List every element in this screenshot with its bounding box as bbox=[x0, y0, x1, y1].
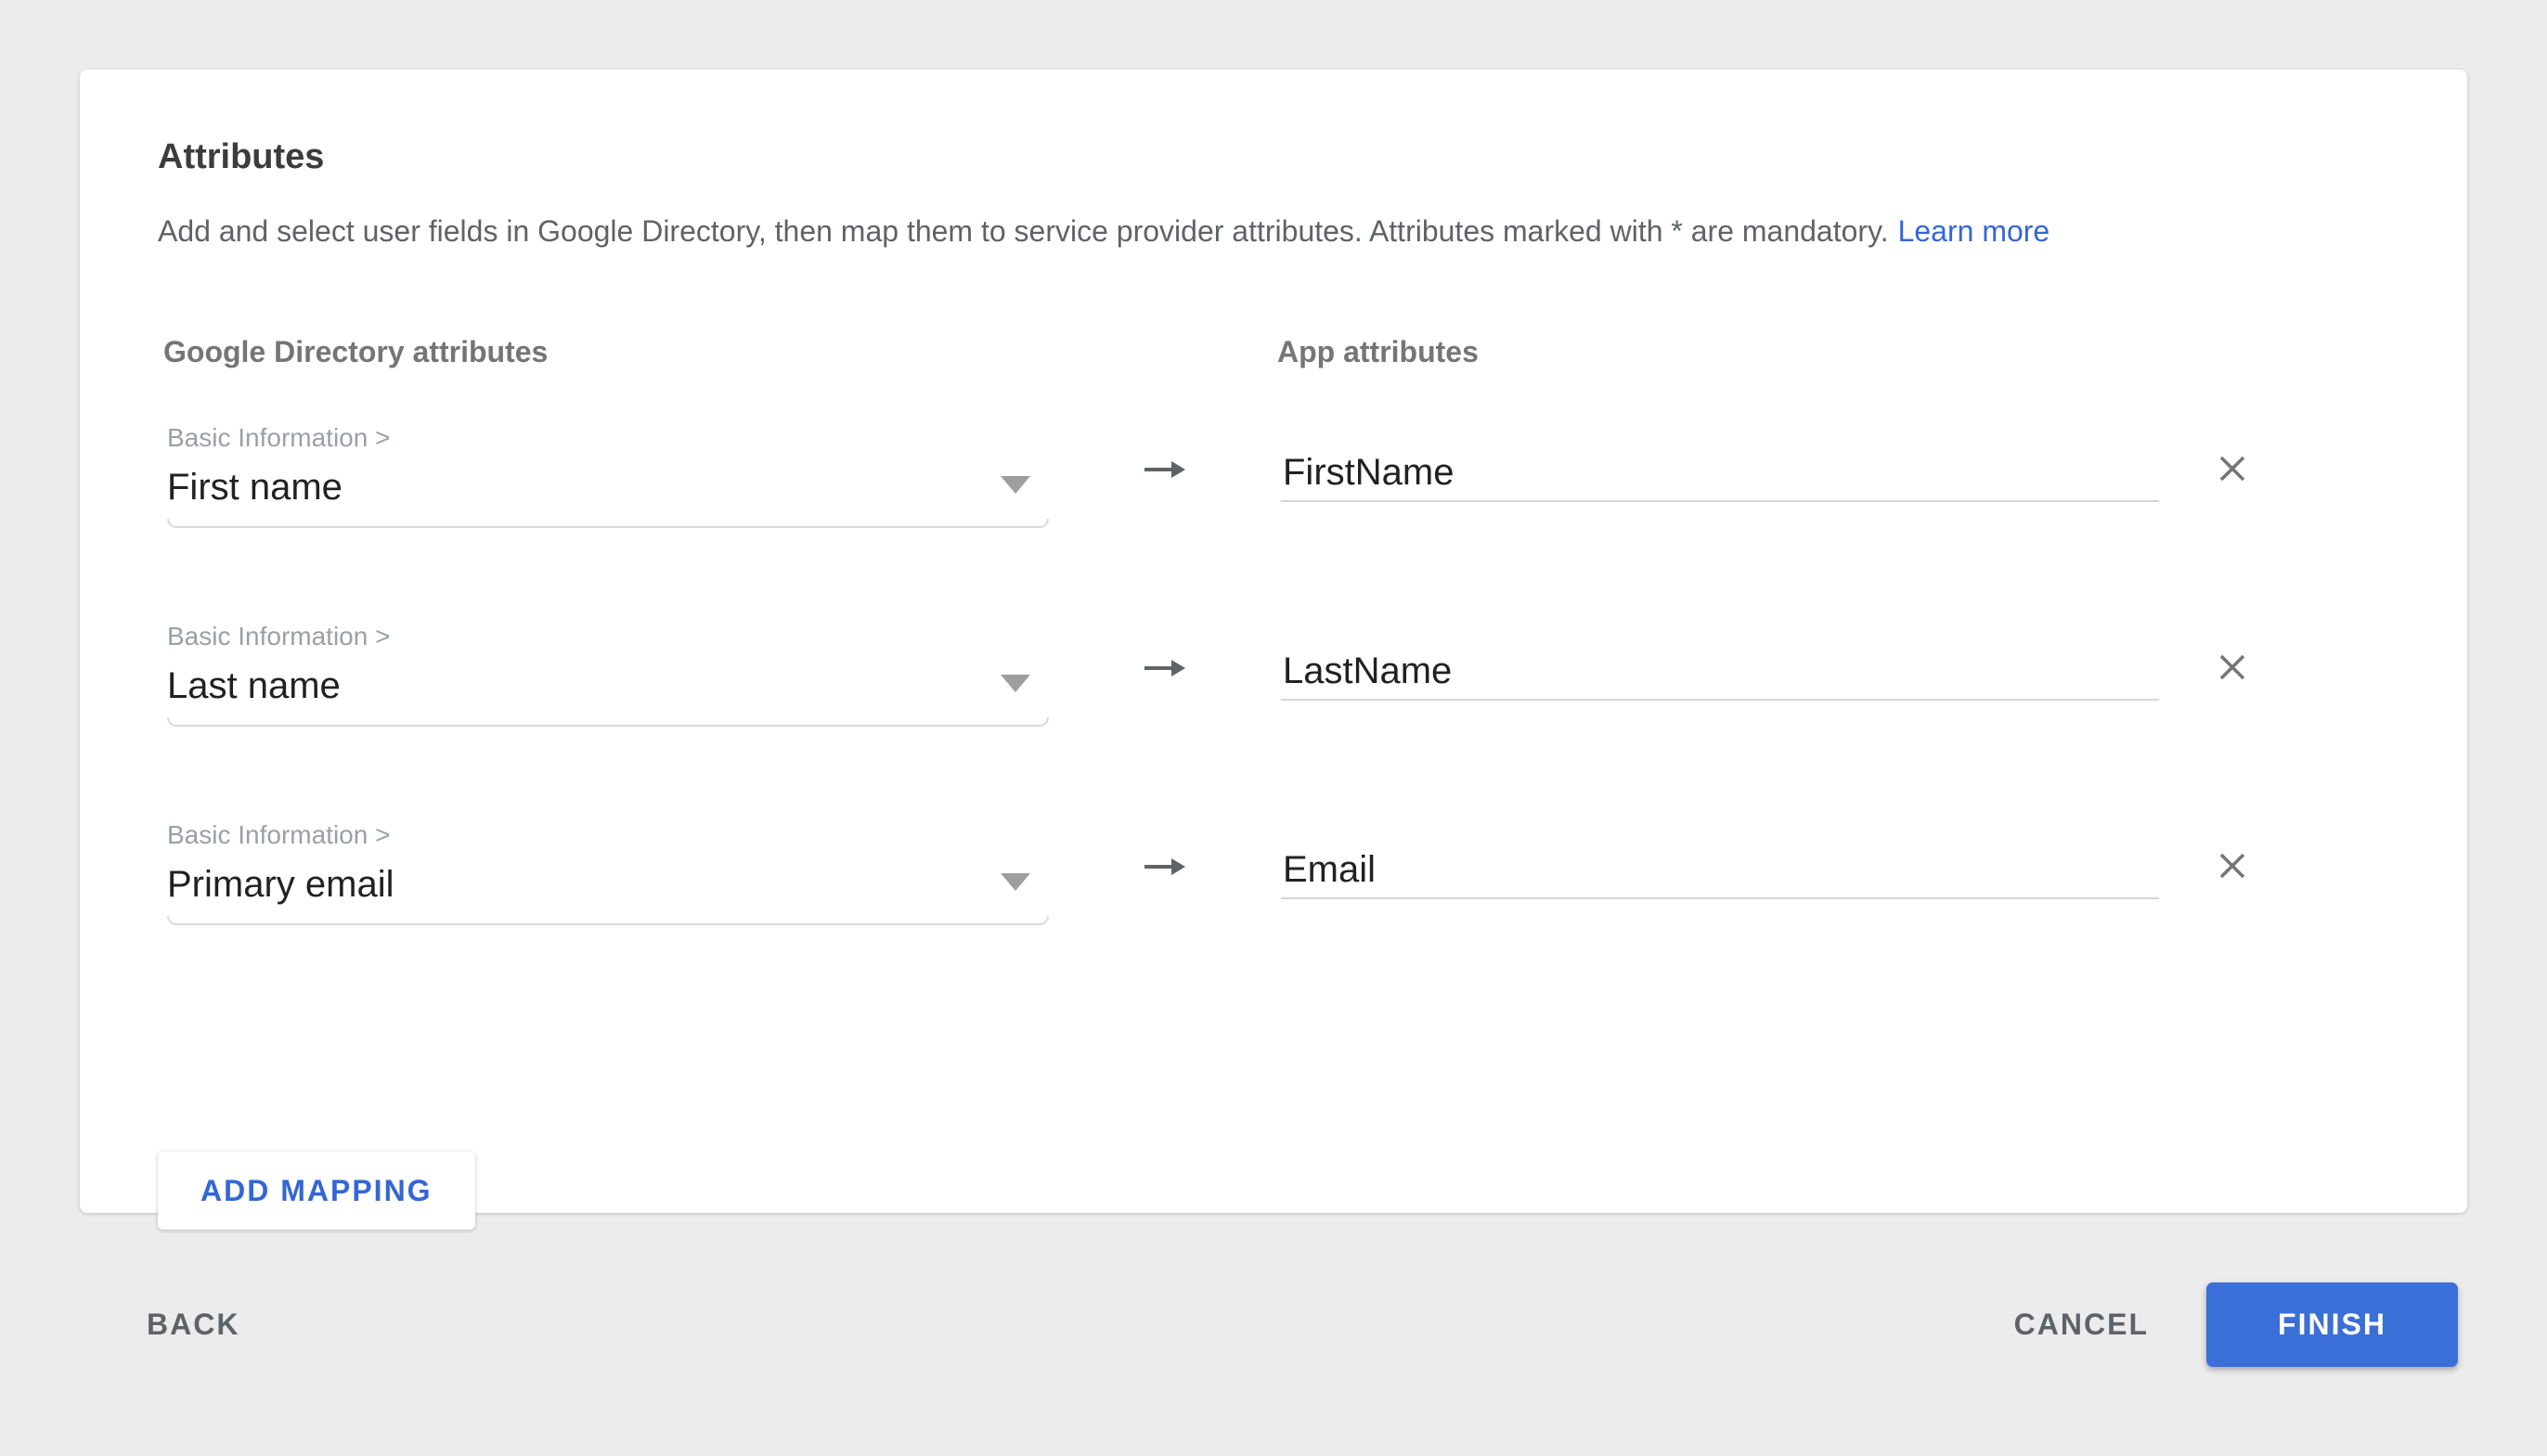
close-icon bbox=[2216, 849, 2249, 883]
mapping-row-first-name: Basic Information > First name bbox=[167, 422, 2389, 528]
mapping-rows: Basic Information > First name bbox=[158, 422, 2389, 925]
app-attribute-cell bbox=[1281, 422, 2163, 528]
finish-button[interactable]: FINISH bbox=[2206, 1282, 2458, 1367]
arrow-right-icon bbox=[1144, 658, 1186, 678]
app-attribute-input[interactable] bbox=[1281, 450, 2159, 502]
remove-mapping-button[interactable] bbox=[2208, 445, 2256, 493]
arrow-right-icon bbox=[1144, 857, 1186, 877]
mapping-row-primary-email: Basic Information > Primary email bbox=[167, 819, 2389, 925]
dropdown-arrow-icon bbox=[1001, 675, 1030, 692]
attributes-card: Attributes Add and select user fields in… bbox=[80, 70, 2467, 1213]
cancel-button[interactable]: CANCEL bbox=[2014, 1308, 2149, 1342]
app-attribute-input[interactable] bbox=[1281, 847, 2159, 899]
select-underline bbox=[167, 916, 1049, 925]
mapping-arrow-cell bbox=[1049, 422, 1281, 528]
app-attribute-cell bbox=[1281, 621, 2163, 727]
directory-attribute-select[interactable]: Primary email bbox=[167, 862, 1049, 907]
directory-attribute-select[interactable]: Last name bbox=[167, 664, 1049, 708]
arrow-right-icon bbox=[1144, 459, 1186, 480]
app-attribute-cell bbox=[1281, 819, 2163, 925]
back-button[interactable]: BACK bbox=[147, 1308, 239, 1342]
select-underline bbox=[167, 519, 1049, 528]
close-icon bbox=[2216, 651, 2249, 684]
directory-attributes-header: Google Directory attributes bbox=[163, 333, 1045, 370]
directory-attribute-cell: Basic Information > First name bbox=[167, 422, 1049, 528]
select-underline bbox=[167, 717, 1049, 727]
remove-mapping-button[interactable] bbox=[2208, 643, 2256, 691]
category-breadcrumb: Basic Information > bbox=[167, 819, 1049, 851]
description-text: Add and select user fields in Google Dir… bbox=[158, 214, 1889, 248]
mapping-row-last-name: Basic Information > Last name bbox=[167, 621, 2389, 727]
directory-attribute-cell: Basic Information > Primary email bbox=[167, 819, 1049, 925]
mapping-arrow-cell bbox=[1049, 621, 1281, 727]
page-title: Attributes bbox=[158, 135, 2389, 179]
remove-mapping-button[interactable] bbox=[2208, 842, 2256, 890]
wizard-footer: BACK CANCEL FINISH bbox=[0, 1213, 2547, 1436]
close-icon bbox=[2216, 452, 2249, 485]
app-attribute-input[interactable] bbox=[1281, 649, 2159, 701]
category-breadcrumb: Basic Information > bbox=[167, 621, 1049, 652]
column-headers: Google Directory attributes App attribut… bbox=[163, 333, 2389, 370]
mapping-arrow-cell bbox=[1049, 819, 1281, 925]
remove-cell bbox=[2163, 621, 2302, 727]
app-attributes-header: App attributes bbox=[1277, 333, 2159, 370]
selected-directory-attribute: First name bbox=[167, 465, 1049, 509]
dropdown-arrow-icon bbox=[1001, 476, 1030, 494]
directory-attribute-select[interactable]: First name bbox=[167, 465, 1049, 509]
dropdown-arrow-icon bbox=[1001, 873, 1030, 891]
page-description: Add and select user fields in Google Dir… bbox=[158, 209, 2389, 253]
header-spacer bbox=[1045, 333, 1277, 370]
directory-attribute-cell: Basic Information > Last name bbox=[167, 621, 1049, 727]
selected-directory-attribute: Primary email bbox=[167, 862, 1049, 907]
selected-directory-attribute: Last name bbox=[167, 664, 1049, 708]
category-breadcrumb: Basic Information > bbox=[167, 422, 1049, 454]
remove-cell bbox=[2163, 422, 2302, 528]
remove-cell bbox=[2163, 819, 2302, 925]
learn-more-link[interactable]: Learn more bbox=[1898, 214, 2050, 248]
